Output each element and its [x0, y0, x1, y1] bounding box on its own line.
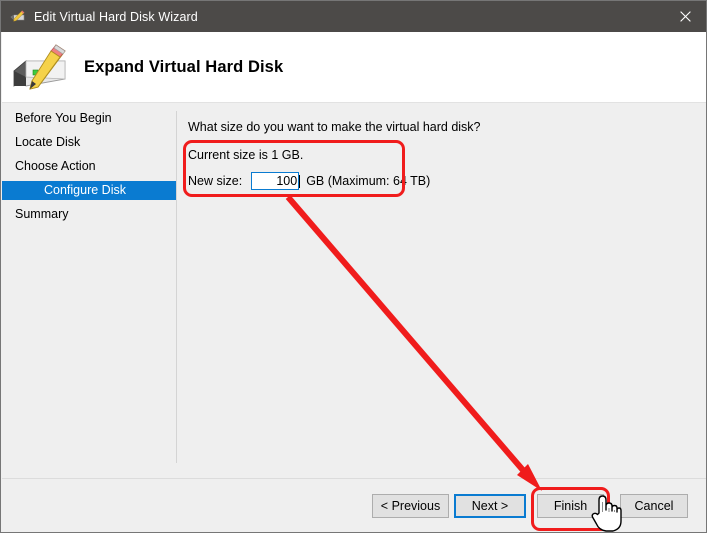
new-size-label: New size:	[188, 174, 243, 188]
sidebar-item-label: Summary	[15, 207, 69, 221]
size-question-label: What size do you want to make the virtua…	[188, 120, 481, 134]
previous-button[interactable]: < Previous	[372, 494, 449, 518]
sidebar-item-summary[interactable]: Summary	[2, 205, 176, 224]
sidebar-item-label: Configure Disk	[44, 183, 126, 197]
window-title: Edit Virtual Hard Disk Wizard	[34, 9, 198, 24]
disk-pencil-icon	[10, 9, 26, 25]
new-size-row: New size: GB (Maximum: 64 TB)	[188, 172, 430, 190]
finish-button[interactable]: Finish	[537, 494, 604, 518]
close-icon[interactable]	[662, 1, 706, 32]
text-caret	[299, 174, 301, 188]
disk-pencil-icon	[10, 41, 72, 93]
sidebar-item-locate-disk[interactable]: Locate Disk	[2, 133, 176, 152]
content-pane: What size do you want to make the virtua…	[177, 104, 706, 478]
next-button[interactable]: Next >	[454, 494, 526, 518]
sidebar-item-label: Before You Begin	[15, 111, 112, 125]
new-size-input[interactable]	[251, 172, 300, 190]
size-units-label: GB (Maximum: 64 TB)	[306, 174, 431, 188]
sidebar-item-label: Locate Disk	[15, 135, 81, 149]
current-size-label: Current size is 1 GB.	[188, 148, 304, 162]
wizard-window: Edit Virtual Hard Disk Wizard Expand Vir…	[0, 0, 707, 533]
sidebar-item-before-you-begin[interactable]: Before You Begin	[2, 109, 176, 128]
header-banner: Expand Virtual Hard Disk	[2, 32, 706, 103]
cancel-button[interactable]: Cancel	[620, 494, 688, 518]
sidebar-item-label: Choose Action	[15, 159, 96, 173]
sidebar-item-configure-disk[interactable]: Configure Disk	[2, 181, 176, 200]
wizard-steps-sidebar: Before You Begin Locate Disk Choose Acti…	[2, 104, 176, 478]
title-bar: Edit Virtual Hard Disk Wizard	[1, 1, 706, 32]
sidebar-item-choose-action[interactable]: Choose Action	[2, 157, 176, 176]
page-title: Expand Virtual Hard Disk	[84, 57, 284, 76]
